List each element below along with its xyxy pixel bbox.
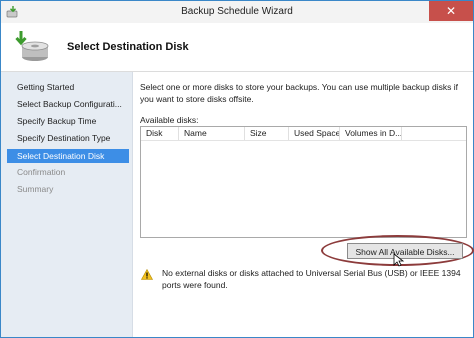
column-disk[interactable]: Disk <box>141 127 179 140</box>
show-all-disks-button[interactable]: Show All Available Disks... <box>347 243 463 259</box>
close-button[interactable]: ✕ <box>429 1 473 21</box>
page-title: Select Destination Disk <box>67 41 189 53</box>
step-summary: Summary <box>17 184 54 194</box>
step-select-destination-disk[interactable]: Select Destination Disk <box>7 149 129 163</box>
column-name[interactable]: Name <box>179 127 245 140</box>
no-disks-warning: No external disks or disks attached to U… <box>162 268 461 290</box>
warning-icon <box>141 269 153 280</box>
mouse-pointer-icon <box>393 253 405 267</box>
wizard-steps-sidebar: Getting Started Select Backup Configurat… <box>1 72 133 337</box>
window-title: Backup Schedule Wizard <box>181 6 293 17</box>
step-select-backup-configuration[interactable]: Select Backup Configurati... <box>7 97 129 111</box>
available-disks-label: Available disks: <box>140 115 199 125</box>
backup-disk-icon <box>15 31 49 61</box>
wizard-header: Select Destination Disk <box>1 23 473 71</box>
main-content: Select one or more disks to store your b… <box>140 82 474 290</box>
column-used-space[interactable]: Used Space <box>289 127 340 140</box>
title-bar[interactable]: Backup Schedule Wizard ✕ <box>1 1 473 23</box>
step-specify-destination-type[interactable]: Specify Destination Type <box>7 131 129 145</box>
column-size[interactable]: Size <box>245 127 289 140</box>
instructions-text: Select one or more disks to store your b… <box>140 82 458 104</box>
step-getting-started[interactable]: Getting Started <box>7 80 129 94</box>
list-header: Disk Name Size Used Space Volumes in D..… <box>141 127 466 141</box>
available-disks-list[interactable]: Disk Name Size Used Space Volumes in D..… <box>140 126 467 238</box>
step-confirmation: Confirmation <box>17 167 66 177</box>
wizard-window: Backup Schedule Wizard ✕ Select Destinat… <box>0 0 474 338</box>
column-volumes[interactable]: Volumes in D... <box>340 127 402 140</box>
step-specify-backup-time[interactable]: Specify Backup Time <box>7 114 129 128</box>
